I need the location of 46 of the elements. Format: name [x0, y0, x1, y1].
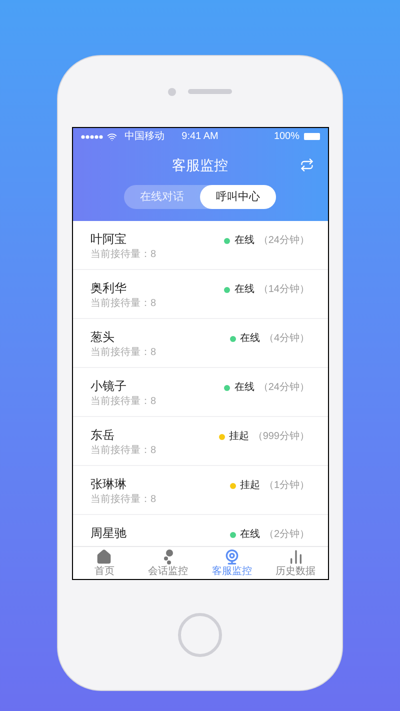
agent-name: 张琳琳 — [90, 476, 128, 492]
agent-name: 小镜子 — [90, 378, 128, 394]
duration-text: （24分钟） — [258, 234, 310, 248]
load-text: 当前接待量：8 — [90, 298, 158, 310]
carrier-text: 中国移动 — [124, 130, 164, 144]
agent-name: 东岳 — [90, 427, 116, 443]
status-text: 在线 — [234, 282, 254, 297]
segment-tab[interactable]: 呼叫中心 — [200, 185, 276, 209]
page-title: 客服监控 — [172, 156, 228, 174]
load-text: 当前接待量：8 — [90, 445, 158, 457]
duration-text: （999分钟） — [252, 430, 310, 444]
switch-icon[interactable] — [300, 158, 314, 172]
time-text: 9:41 AM — [182, 130, 218, 144]
duration-text: （1分钟） — [264, 478, 310, 493]
load-text: 当前接待量：8 — [90, 249, 158, 261]
status-text: 在线 — [240, 332, 260, 346]
home-icon — [96, 548, 112, 564]
battery-icon — [304, 133, 320, 140]
status-text: 挂起 — [240, 478, 260, 493]
duration-text: （14分钟） — [258, 282, 310, 297]
duration-text: （24分钟） — [258, 380, 310, 395]
status-text: 挂起 — [228, 430, 249, 444]
segment-tab[interactable]: 在线对话 — [124, 185, 200, 209]
nav-tab[interactable]: 历史数据 — [264, 547, 328, 579]
load-text: 当前接待量：8 — [90, 347, 158, 359]
bar-chart-icon — [288, 548, 304, 564]
agent-name: 周星驰 — [90, 525, 128, 541]
duration-text: （2分钟） — [264, 528, 310, 542]
load-text: 当前接待量：8 — [90, 396, 158, 408]
duration-text: （4分钟） — [264, 332, 310, 346]
nav-tab[interactable]: 会话监控 — [136, 547, 200, 579]
nav-tab[interactable]: 客服监控 — [200, 547, 264, 579]
nav-tab[interactable]: 首页 — [72, 547, 136, 579]
battery-text: 100% — [274, 130, 300, 144]
speaker-icon — [188, 89, 232, 94]
webcam-icon — [224, 548, 240, 564]
agent-name: 葱头 — [90, 329, 116, 345]
status-text: 在线 — [240, 528, 260, 542]
signal-icon — [80, 134, 102, 138]
wifi-icon — [106, 132, 116, 142]
status-text: 在线 — [234, 380, 254, 395]
status-text: 在线 — [234, 234, 254, 248]
agent-name: 奥利华 — [90, 280, 128, 296]
camera-icon — [168, 88, 176, 96]
load-text: 当前接待量：8 — [90, 494, 158, 506]
agent-name: 叶阿宝 — [90, 231, 128, 247]
